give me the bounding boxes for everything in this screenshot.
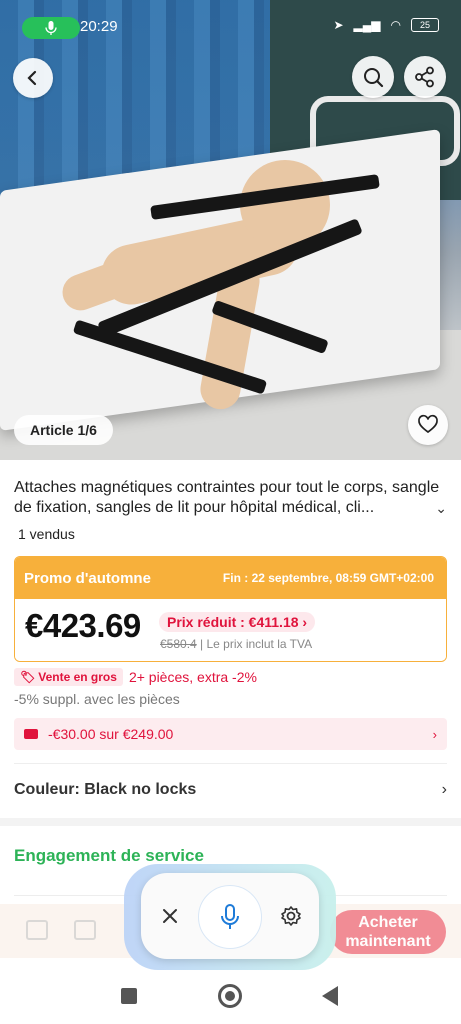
promo-header: Promo d'automne Fin : 22 septembre, 08:5… bbox=[15, 557, 446, 599]
coupon-row[interactable]: -€30.00 sur €249.00 › bbox=[14, 718, 447, 750]
location-icon: ➤ bbox=[333, 18, 344, 32]
close-icon bbox=[163, 909, 177, 923]
back-button[interactable] bbox=[13, 58, 53, 98]
mic-active-indicator bbox=[22, 17, 80, 39]
status-bar: 20:29 ➤ ▂▄▆ ◠ 25 bbox=[0, 0, 461, 56]
tax-note: | Le prix inclut la TVA bbox=[196, 637, 313, 651]
signal-icon: ▂▄▆ bbox=[353, 18, 381, 32]
product-title[interactable]: Attaches magnétiques contraintes pour to… bbox=[14, 478, 444, 518]
share-button[interactable] bbox=[404, 56, 446, 98]
tag-icon: 🏷 bbox=[20, 670, 36, 684]
wholesale-tag-label: Vente en gros bbox=[38, 670, 117, 684]
wholesale-row: 🏷 Vente en gros 2+ pièces, extra -2% bbox=[14, 668, 257, 686]
search-icon bbox=[364, 68, 384, 88]
service-title[interactable]: Engagement de service bbox=[14, 846, 204, 866]
chevron-down-icon[interactable]: ⌄ bbox=[435, 500, 447, 517]
voice-close-button[interactable] bbox=[156, 902, 184, 930]
wholesale-tag: 🏷 Vente en gros bbox=[14, 668, 123, 686]
back-nav-button[interactable] bbox=[322, 986, 338, 1006]
chevron-right-icon: › bbox=[441, 781, 447, 798]
chat-icon[interactable] bbox=[74, 920, 96, 940]
search-button[interactable] bbox=[352, 56, 394, 98]
battery-icon: 25 bbox=[411, 18, 439, 32]
share-icon bbox=[415, 66, 434, 88]
image-counter: Article 1/6 bbox=[14, 415, 113, 445]
extra-discount-note: -5% suppl. avec les pièces bbox=[14, 691, 180, 707]
buy-now-button[interactable]: Acheter maintenant bbox=[330, 910, 446, 954]
heart-icon bbox=[418, 414, 438, 434]
wholesale-text: 2+ pièces, extra -2% bbox=[128, 669, 257, 685]
color-selector-label: Couleur: Black no locks bbox=[14, 781, 197, 798]
gear-icon bbox=[281, 906, 301, 926]
divider bbox=[14, 763, 447, 764]
reduced-price-label: Prix réduit : €411.18 bbox=[167, 614, 299, 630]
wifi-icon: ◠ bbox=[390, 18, 401, 32]
section-separator bbox=[0, 818, 461, 826]
chevron-right-icon: › bbox=[432, 726, 437, 742]
promo-panel: Promo d'automne Fin : 22 septembre, 08:5… bbox=[14, 556, 447, 662]
wishlist-button[interactable] bbox=[408, 405, 448, 445]
coupon-text: -€30.00 sur €249.00 bbox=[48, 726, 174, 742]
status-icons: ➤ ▂▄▆ ◠ 25 bbox=[333, 18, 439, 32]
image-mannequin bbox=[57, 150, 390, 413]
recent-apps-button[interactable] bbox=[121, 988, 137, 1004]
old-price-value: €580.4 bbox=[160, 637, 197, 651]
sold-count: 1 vendus bbox=[18, 526, 75, 542]
system-nav-bar bbox=[0, 970, 461, 1024]
chevron-right-icon: › bbox=[302, 614, 308, 630]
microphone-icon bbox=[45, 21, 57, 35]
promo-end-time: Fin : 22 septembre, 08:59 GMT+02:00 bbox=[222, 571, 434, 585]
microphone-icon bbox=[221, 904, 239, 929]
reduced-price-link[interactable]: Prix réduit : €411.18 › bbox=[159, 612, 316, 632]
voice-mic-button[interactable] bbox=[198, 885, 262, 949]
chevron-left-icon bbox=[27, 70, 37, 86]
voice-settings-button[interactable] bbox=[277, 902, 305, 930]
product-price: €423.69 bbox=[25, 607, 141, 644]
store-icon[interactable] bbox=[26, 920, 48, 940]
promo-name: Promo d'automne bbox=[24, 569, 151, 587]
home-button[interactable] bbox=[218, 984, 242, 1008]
original-price: €580.4 | Le prix inclut la TVA bbox=[160, 637, 312, 651]
color-selector[interactable]: Couleur: Black no locks › bbox=[14, 781, 447, 799]
status-time: 20:29 bbox=[80, 18, 118, 35]
promo-body: €423.69 Prix réduit : €411.18 › €580.4 |… bbox=[15, 599, 446, 661]
coupon-icon bbox=[24, 729, 38, 739]
